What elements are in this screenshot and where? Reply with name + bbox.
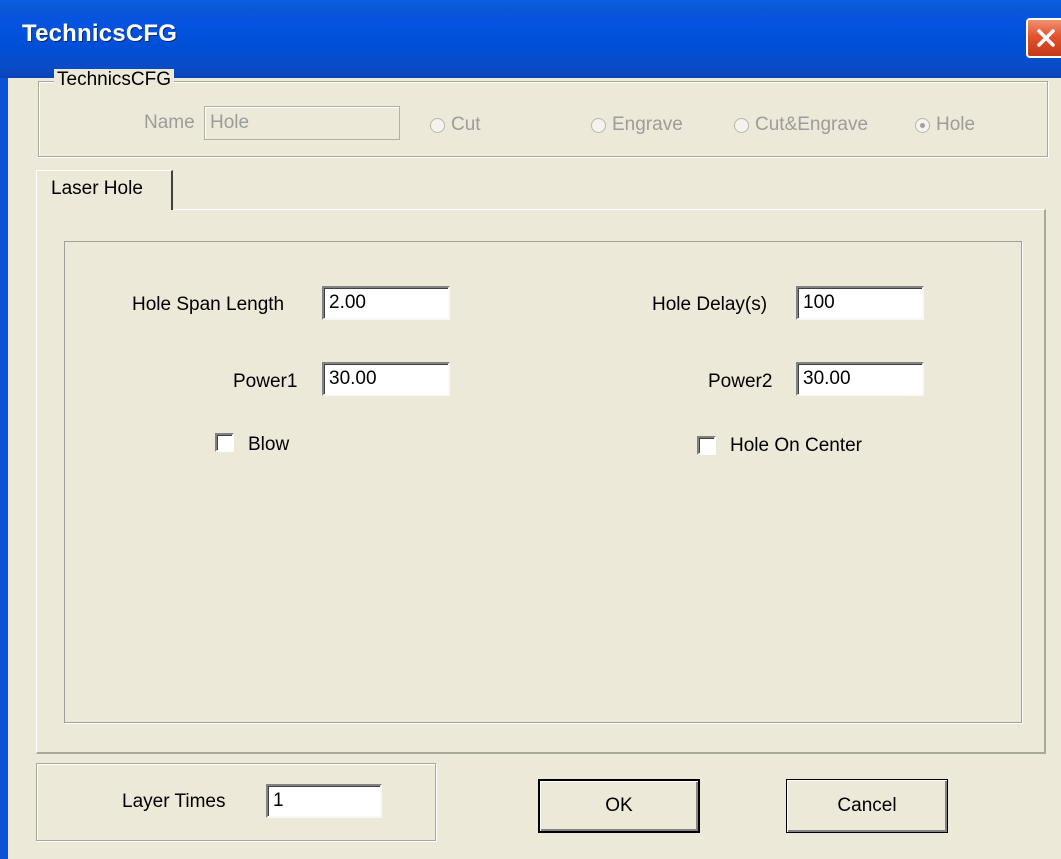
name-field[interactable] xyxy=(204,106,400,140)
close-button[interactable] xyxy=(1026,18,1061,58)
radio-cut-engrave-indicator xyxy=(734,117,749,133)
name-label: Name xyxy=(144,112,195,133)
power2-field[interactable] xyxy=(796,362,924,396)
radio-hole-indicator xyxy=(915,117,930,133)
layer-times-field[interactable] xyxy=(266,784,382,818)
window-left-border xyxy=(0,78,8,859)
technics-group-legend: TechnicsCFG xyxy=(54,69,175,91)
radio-cut-label: Cut xyxy=(451,114,481,135)
hole-span-length-label: Hole Span Length xyxy=(132,294,285,315)
tab-laser-hole[interactable]: Laser Hole xyxy=(36,170,173,210)
power2-label: Power2 xyxy=(708,371,773,392)
cancel-button[interactable]: Cancel xyxy=(786,779,948,833)
radio-hole-label: Hole xyxy=(936,114,976,135)
hole-on-center-checkbox[interactable] xyxy=(697,436,716,455)
close-icon xyxy=(1037,29,1055,47)
blow-checkbox[interactable] xyxy=(215,433,234,452)
blow-label: Blow xyxy=(248,434,290,455)
radio-cut[interactable]: Cut xyxy=(430,114,481,136)
title-bar[interactable]: TechnicsCFG xyxy=(0,0,1061,78)
power1-label: Power1 xyxy=(233,371,298,392)
radio-cut-engrave[interactable]: Cut&Engrave xyxy=(734,114,868,136)
radio-engrave[interactable]: Engrave xyxy=(591,114,683,136)
hole-delay-field[interactable] xyxy=(796,286,924,320)
power1-field[interactable] xyxy=(322,362,450,396)
hole-on-center-label: Hole On Center xyxy=(730,435,863,456)
tab-laser-hole-label: Laser Hole xyxy=(51,178,143,199)
window-title: TechnicsCFG xyxy=(22,20,178,47)
radio-engrave-label: Engrave xyxy=(612,114,683,135)
radio-cut-engrave-label: Cut&Engrave xyxy=(755,114,869,135)
radio-hole[interactable]: Hole xyxy=(915,114,975,136)
radio-engrave-indicator xyxy=(591,117,606,133)
ok-button[interactable]: OK xyxy=(538,779,700,833)
layer-times-label: Layer Times xyxy=(122,791,226,812)
hole-delay-label: Hole Delay(s) xyxy=(652,294,768,315)
hole-span-length-field[interactable] xyxy=(322,286,450,320)
radio-cut-indicator xyxy=(430,117,445,133)
